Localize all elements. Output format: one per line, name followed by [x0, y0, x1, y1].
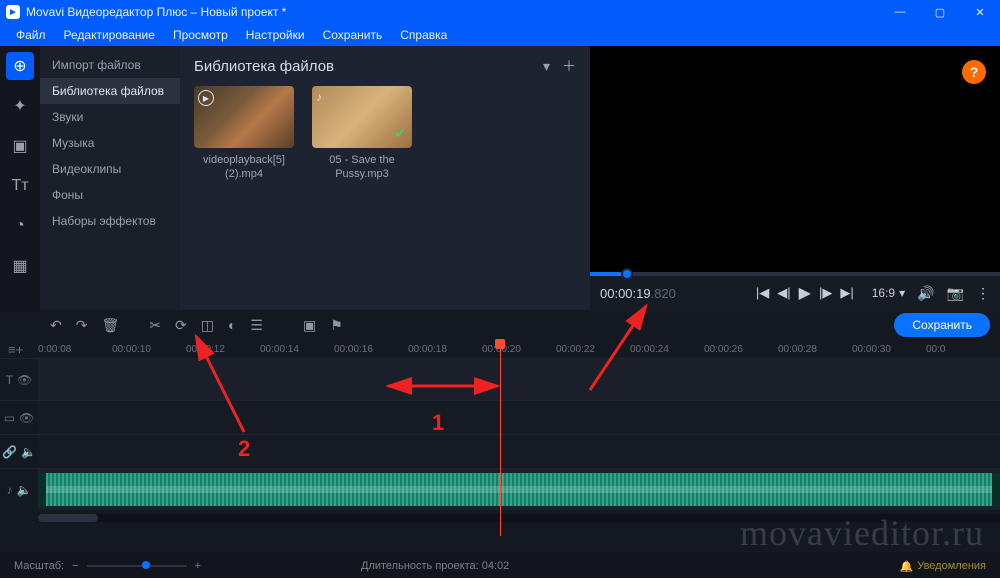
zoom-slider[interactable]: [87, 565, 187, 567]
link-icon: 🔗: [2, 445, 17, 459]
menu-help[interactable]: Справка: [392, 26, 455, 44]
crop-button[interactable]: ◫: [201, 317, 214, 334]
tool-add-media[interactable]: ⊕: [6, 52, 34, 80]
menu-bar: Файл Редактирование Просмотр Настройки С…: [0, 24, 1000, 46]
play-button[interactable]: ▶: [799, 283, 811, 303]
timeline: ≡+ 0:00:0800:00:1000:00:12 00:00:1400:00…: [0, 340, 1000, 554]
tool-filters[interactable]: ✦: [6, 92, 34, 120]
window-title: Movavi Видеоредактор Плюс – Новый проект…: [26, 5, 286, 19]
status-bar: Масштаб: − + Длительность проекта: 04:02…: [0, 554, 1000, 578]
sidebar-item-sounds[interactable]: Звуки: [40, 104, 180, 130]
minimize-button[interactable]: —: [880, 0, 920, 24]
visibility-icon[interactable]: 👁: [17, 373, 32, 387]
preview-menu-icon[interactable]: ⋮: [976, 285, 990, 302]
tool-more[interactable]: ▦: [6, 252, 34, 280]
audio-clip[interactable]: [38, 473, 1000, 506]
bell-icon: 🔔: [900, 560, 914, 573]
video-track-icon: ▭: [4, 411, 15, 425]
color-button[interactable]: ◐: [228, 317, 236, 333]
sidebar-item-import[interactable]: Импорт файлов: [40, 52, 180, 78]
rotate-button[interactable]: ⟳: [175, 317, 187, 334]
sidebar-item-effectsets[interactable]: Наборы эффектов: [40, 208, 180, 234]
next-clip-button[interactable]: ▶|: [840, 285, 853, 301]
duration-value: 04:02: [482, 560, 510, 572]
chevron-down-icon: ▾: [899, 286, 905, 300]
music-note-icon: ♪: [316, 90, 322, 104]
adjust-button[interactable]: ☰: [250, 317, 263, 334]
delete-button[interactable]: 🗑: [101, 317, 119, 334]
prev-clip-button[interactable]: |◀: [756, 285, 769, 301]
menu-view[interactable]: Просмотр: [165, 26, 236, 44]
zoom-in-icon[interactable]: +: [195, 560, 201, 572]
seek-thumb[interactable]: [621, 268, 633, 280]
preview-seekbar[interactable]: [590, 272, 1000, 276]
record-button[interactable]: ▣: [303, 317, 316, 334]
step-back-button[interactable]: ◀|: [777, 285, 790, 301]
add-track-button[interactable]: ≡+: [8, 342, 23, 357]
undo-button[interactable]: ↶: [50, 317, 62, 334]
sidebar-item-videoclips[interactable]: Видеоклипы: [40, 156, 180, 182]
menu-settings[interactable]: Настройки: [238, 26, 313, 44]
import-sidebar: Импорт файлов Библиотека файлов Звуки Му…: [40, 46, 180, 310]
tool-transitions[interactable]: ▣: [6, 132, 34, 160]
play-overlay-icon: ▶: [198, 90, 214, 106]
title-track-icon: T: [6, 373, 13, 387]
playhead[interactable]: [500, 340, 501, 536]
close-button[interactable]: ✕: [960, 0, 1000, 24]
left-toolbar: ⊕ ✦ ▣ Tᴛ ◔ ▦: [0, 46, 40, 310]
add-file-icon[interactable]: ＋: [562, 56, 576, 76]
sidebar-item-backgrounds[interactable]: Фоны: [40, 182, 180, 208]
menu-edit[interactable]: Редактирование: [56, 26, 163, 44]
mute-icon[interactable]: 🔈: [17, 483, 32, 497]
zoom-label: Масштаб:: [14, 560, 64, 572]
zoom-out-icon[interactable]: −: [72, 560, 78, 572]
app-logo: ►: [6, 5, 20, 19]
volume-icon[interactable]: 🔊: [917, 285, 934, 302]
menu-save[interactable]: Сохранить: [315, 26, 391, 44]
help-button[interactable]: ?: [962, 60, 986, 84]
redo-button[interactable]: ↷: [76, 317, 88, 334]
title-bar: ► Movavi Видеоредактор Плюс – Новый прое…: [0, 0, 1000, 24]
notifications-button[interactable]: 🔔 Уведомления: [900, 560, 986, 573]
tool-titles[interactable]: Tᴛ: [6, 172, 34, 200]
tool-stickers[interactable]: ◔: [6, 212, 34, 240]
file-library: Библиотека файлов ▾ ＋ ▶ videoplayback[5]…: [180, 46, 590, 310]
timeline-scrollbar[interactable]: [38, 514, 1000, 522]
duration-label: Длительность проекта:: [361, 560, 479, 572]
marker-button[interactable]: ⚑: [330, 317, 343, 334]
snapshot-icon[interactable]: 📷: [947, 285, 964, 302]
visibility-icon[interactable]: 👁: [19, 411, 34, 425]
mute-icon[interactable]: 🔈: [21, 445, 36, 459]
preview-timecode: 00:00:19.820: [600, 286, 676, 301]
media-filename: videoplayback[5](2).mp4: [194, 154, 294, 182]
preview-controls: 00:00:19.820 |◀ ◀| ▶ |▶ ▶| 16:9▾ 🔊 📷 ⋮: [590, 276, 1000, 310]
sidebar-item-library[interactable]: Библиотека файлов: [40, 78, 180, 104]
step-fwd-button[interactable]: |▶: [819, 285, 832, 301]
export-button[interactable]: Сохранить: [894, 313, 990, 337]
media-filename: 05 - Save the Pussy.mp3: [312, 154, 412, 182]
sidebar-item-music[interactable]: Музыка: [40, 130, 180, 156]
maximize-button[interactable]: ▢: [920, 0, 960, 24]
aspect-ratio-selector[interactable]: 16:9▾: [872, 286, 905, 300]
split-button[interactable]: ✂: [149, 317, 161, 334]
library-title: Библиотека файлов: [194, 58, 334, 75]
filter-icon[interactable]: ▾: [543, 58, 550, 75]
media-thumb-video[interactable]: ▶ videoplayback[5](2).mp4: [194, 86, 294, 182]
used-check-icon: ✔: [394, 125, 406, 142]
music-track-icon: ♪: [7, 483, 13, 497]
preview-pane: ? 00:00:19.820 |◀ ◀| ▶ |▶ ▶| 16:9▾ 🔊 📷 ⋮: [590, 46, 1000, 310]
media-thumb-audio[interactable]: ♪ ✔ 05 - Save the Pussy.mp3: [312, 86, 412, 182]
timeline-toolbar: ↶ ↷ 🗑 ✂ ⟳ ◫ ◐ ☰ ▣ ⚑ Сохранить: [0, 310, 1000, 340]
menu-file[interactable]: Файл: [8, 26, 54, 44]
